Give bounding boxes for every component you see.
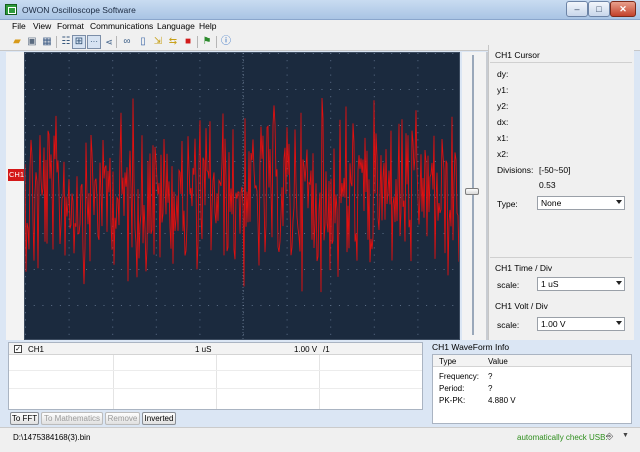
pkpk-label: PK-PK: <box>439 396 466 405</box>
toolbar-separator <box>116 36 117 48</box>
time-scale-select[interactable]: 1 uS <box>537 277 625 291</box>
toolbar-separator <box>56 36 57 48</box>
pkpk-value: 4.880 V <box>488 396 516 405</box>
waveform-display[interactable] <box>24 52 460 340</box>
usb-icon[interactable]: ⎆ <box>606 431 620 443</box>
channel-volt: 1.00 V <box>294 345 318 354</box>
channel-name: CH1 <box>28 345 45 354</box>
waveform-info-title: CH1 WaveForm Info <box>432 342 510 352</box>
flag-icon[interactable]: ⚑ <box>200 35 214 49</box>
minimize-button[interactable]: – <box>566 1 588 17</box>
share-icon[interactable]: ⋖ <box>102 35 116 49</box>
print-icon[interactable]: ▣ <box>25 35 39 49</box>
divisions-value: 0.53 <box>539 180 556 190</box>
cursor-type-value: None <box>541 198 562 208</box>
dots-icon[interactable]: ··· <box>87 35 101 49</box>
column-header-type: Type <box>439 357 457 366</box>
menu-help[interactable]: Help <box>199 21 216 31</box>
inverted-button[interactable]: Inverted <box>142 412 176 425</box>
table-icon[interactable]: ☷ <box>59 35 73 49</box>
type-label: Type: <box>497 199 518 209</box>
channel-marker[interactable]: CH1 <box>8 169 24 181</box>
chevron-down-icon[interactable]: ▼ <box>622 432 629 439</box>
divider <box>490 62 632 63</box>
volt-div-title: CH1 Volt / Div <box>495 301 548 311</box>
offset-slider-thumb[interactable] <box>465 188 479 195</box>
waveform-info-table: Type Value Frequency: ? Period: ? PK-PK:… <box>432 354 632 424</box>
maximize-button[interactable]: □ <box>588 1 610 17</box>
grid-divider <box>9 370 422 371</box>
y1-label: y1: <box>497 85 509 95</box>
menu-bar: File View Format Communications Language… <box>0 20 640 33</box>
grid-divider <box>113 355 114 409</box>
x2-label: x2: <box>497 149 509 159</box>
menu-view[interactable]: View <box>33 21 51 31</box>
window-title: OWON Oscilloscope Software <box>22 5 136 15</box>
cursor-type-select[interactable]: None <box>537 196 625 210</box>
usb-status: automatically check USB: <box>517 433 608 442</box>
column-header-value: Value <box>488 357 508 366</box>
open-icon[interactable]: ▰ <box>10 35 24 49</box>
grid-divider <box>216 355 217 409</box>
dy-label: dy: <box>497 69 509 79</box>
channel-table: ✓ CH1 1 uS 1.00 V /1 <box>8 342 423 410</box>
export-icon[interactable]: ⇲ <box>151 35 165 49</box>
chevron-down-icon <box>616 321 622 325</box>
menu-communications[interactable]: Communications <box>90 21 153 31</box>
cursor-panel <box>488 45 634 340</box>
offset-slider-track <box>472 55 474 335</box>
time-scale-value: 1 uS <box>541 279 559 289</box>
menu-language[interactable]: Language <box>157 21 195 31</box>
divider <box>490 257 632 258</box>
table-header: Type Value <box>433 355 631 367</box>
period-value: ? <box>488 384 493 393</box>
grid-divider <box>9 388 422 389</box>
menu-format[interactable]: Format <box>57 21 84 31</box>
grid-divider <box>319 355 320 409</box>
volt-scale-select[interactable]: 1.00 V <box>537 317 625 331</box>
to-mathematics-button[interactable]: To Mathematics <box>41 412 103 425</box>
to-fft-button[interactable]: To FFT <box>10 412 39 425</box>
toolbar-separator <box>216 36 217 48</box>
menu-file[interactable]: File <box>12 21 26 31</box>
help-icon[interactable]: ⓘ <box>219 35 233 49</box>
volt-scale-value: 1.00 V <box>541 319 566 329</box>
y2-label: y2: <box>497 101 509 111</box>
save-icon[interactable]: ▦ <box>40 35 54 49</box>
file-path: D:\1475384168(3).bin <box>13 433 91 442</box>
app-icon <box>5 4 17 15</box>
frequency-value: ? <box>488 372 493 381</box>
stop-icon[interactable]: ■ <box>181 35 195 49</box>
divisions-label: Divisions: <box>497 165 534 175</box>
channel-ratio: /1 <box>323 345 330 354</box>
table-row[interactable]: ✓ CH1 1 uS 1.00 V /1 <box>9 343 422 355</box>
channel-checkbox[interactable]: ✓ <box>14 345 22 353</box>
chevron-down-icon <box>616 281 622 285</box>
x1-label: x1: <box>497 133 509 143</box>
dx-label: dx: <box>497 117 509 127</box>
offset-slider-panel <box>462 52 488 340</box>
channel-time: 1 uS <box>195 345 212 354</box>
link-icon[interactable]: ∞ <box>120 35 134 49</box>
period-label: Period: <box>439 384 465 393</box>
title-bar: OWON Oscilloscope Software – □ ✕ <box>0 0 640 20</box>
cursor-title: CH1 Cursor <box>495 50 540 60</box>
frequency-label: Frequency: <box>439 372 480 381</box>
swap-icon[interactable]: ⇆ <box>166 35 180 49</box>
phone-icon[interactable]: ▯ <box>136 35 150 49</box>
chevron-down-icon <box>616 200 622 204</box>
volt-scale-label: scale: <box>497 320 520 330</box>
waveform-svg <box>25 53 459 339</box>
toolbar-separator <box>197 36 198 48</box>
divisions-range: [-50~50] <box>539 165 571 175</box>
time-div-title: CH1 Time / Div <box>495 263 553 273</box>
grid-icon[interactable]: ⊞ <box>72 35 86 49</box>
remove-button[interactable]: Remove <box>105 412 140 425</box>
time-scale-label: scale: <box>497 280 520 290</box>
close-button[interactable]: ✕ <box>610 1 636 17</box>
